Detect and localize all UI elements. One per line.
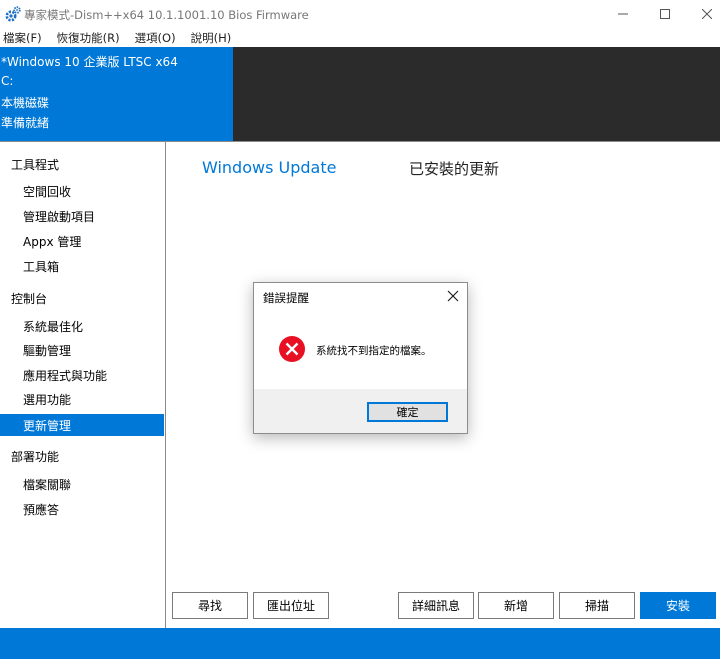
window-title: 專家模式-Dism++x64 10.1.1001.10 Bios Firmwar… (24, 8, 309, 22)
title-bar: 專家模式-Dism++x64 10.1.1001.10 Bios Firmwar… (0, 0, 720, 28)
details-button[interactable]: 詳細訊息 (398, 592, 474, 619)
sidebar-category-deploy: 部署功能 (11, 450, 60, 464)
close-icon (447, 290, 459, 302)
sidebar-item-startup[interactable]: 管理啟動項目 (0, 205, 164, 227)
dialog-footer: 確定 (254, 389, 467, 433)
sidebar-item-appx[interactable]: Appx 管理 (0, 230, 164, 252)
close-window-button[interactable] (684, 0, 720, 28)
menu-bar: 檔案(F) 恢復功能(R) 選項(O) 說明(H) (0, 28, 720, 47)
ok-button[interactable]: 確定 (367, 402, 448, 422)
menu-help[interactable]: 說明(H) (188, 28, 232, 47)
menu-options[interactable]: 選項(O) (132, 28, 176, 47)
close-icon (702, 9, 712, 19)
sidebar-category-console: 控制台 (11, 292, 48, 306)
sidebar: 工具程式 空間回收 管理啟動項目 Appx 管理 工具箱 控制台 系統最佳化 驅… (0, 141, 166, 628)
dialog-close-button[interactable] (444, 287, 462, 305)
disk-type: 本機磁碟 (1, 96, 50, 110)
status-bar (0, 628, 720, 659)
sidebar-item-optional-features[interactable]: 選用功能 (0, 388, 164, 410)
dialog-message: 系統找不到指定的檔案。 (316, 345, 432, 357)
sidebar-item-toolbox[interactable]: 工具箱 (0, 255, 164, 277)
sidebar-category-tools: 工具程式 (11, 158, 60, 172)
sidebar-item-answer-file[interactable]: 預應答 (0, 498, 164, 520)
sidebar-item-space-reclaim[interactable]: 空間回收 (0, 180, 164, 202)
scan-button[interactable]: 掃描 (559, 592, 635, 619)
maximize-button[interactable] (642, 0, 688, 28)
image-list-panel (233, 47, 720, 141)
sidebar-item-optimize[interactable]: 系統最佳化 (0, 315, 164, 337)
os-name: *Windows 10 企業版 LTSC x64 (1, 55, 178, 69)
error-dialog: 錯誤提醒 系統找不到指定的檔案。 確定 (253, 282, 468, 434)
drive-letter: C: (1, 74, 14, 88)
minimize-icon (618, 13, 628, 15)
sidebar-item-drivers[interactable]: 驅動管理 (0, 339, 164, 361)
minimize-button[interactable] (600, 0, 646, 28)
export-location-button[interactable]: 匯出位址 (253, 592, 329, 619)
status-text: 準備就緒 (1, 116, 50, 130)
sidebar-item-apps[interactable]: 應用程式與功能 (0, 364, 164, 386)
tab-installed-updates[interactable]: 已安裝的更新 (409, 158, 499, 179)
find-button[interactable]: 尋找 (172, 592, 248, 619)
menu-file[interactable]: 檔案(F) (0, 28, 42, 47)
install-button[interactable]: 安裝 (640, 592, 716, 619)
maximize-icon (660, 9, 670, 19)
dialog-title: 錯誤提醒 (263, 291, 309, 305)
sidebar-item-file-assoc[interactable]: 檔案關聯 (0, 473, 164, 495)
sidebar-item-updates[interactable]: 更新管理 (0, 414, 164, 436)
menu-recovery[interactable]: 恢復功能(R) (54, 28, 120, 47)
gear-app-icon (5, 6, 21, 22)
system-info-panel[interactable]: *Windows 10 企業版 LTSC x64 C: 本機磁碟 準備就緒 (0, 47, 233, 141)
add-button[interactable]: 新增 (478, 592, 554, 619)
error-icon (279, 336, 305, 362)
tab-windows-update[interactable]: Windows Update (202, 158, 336, 177)
